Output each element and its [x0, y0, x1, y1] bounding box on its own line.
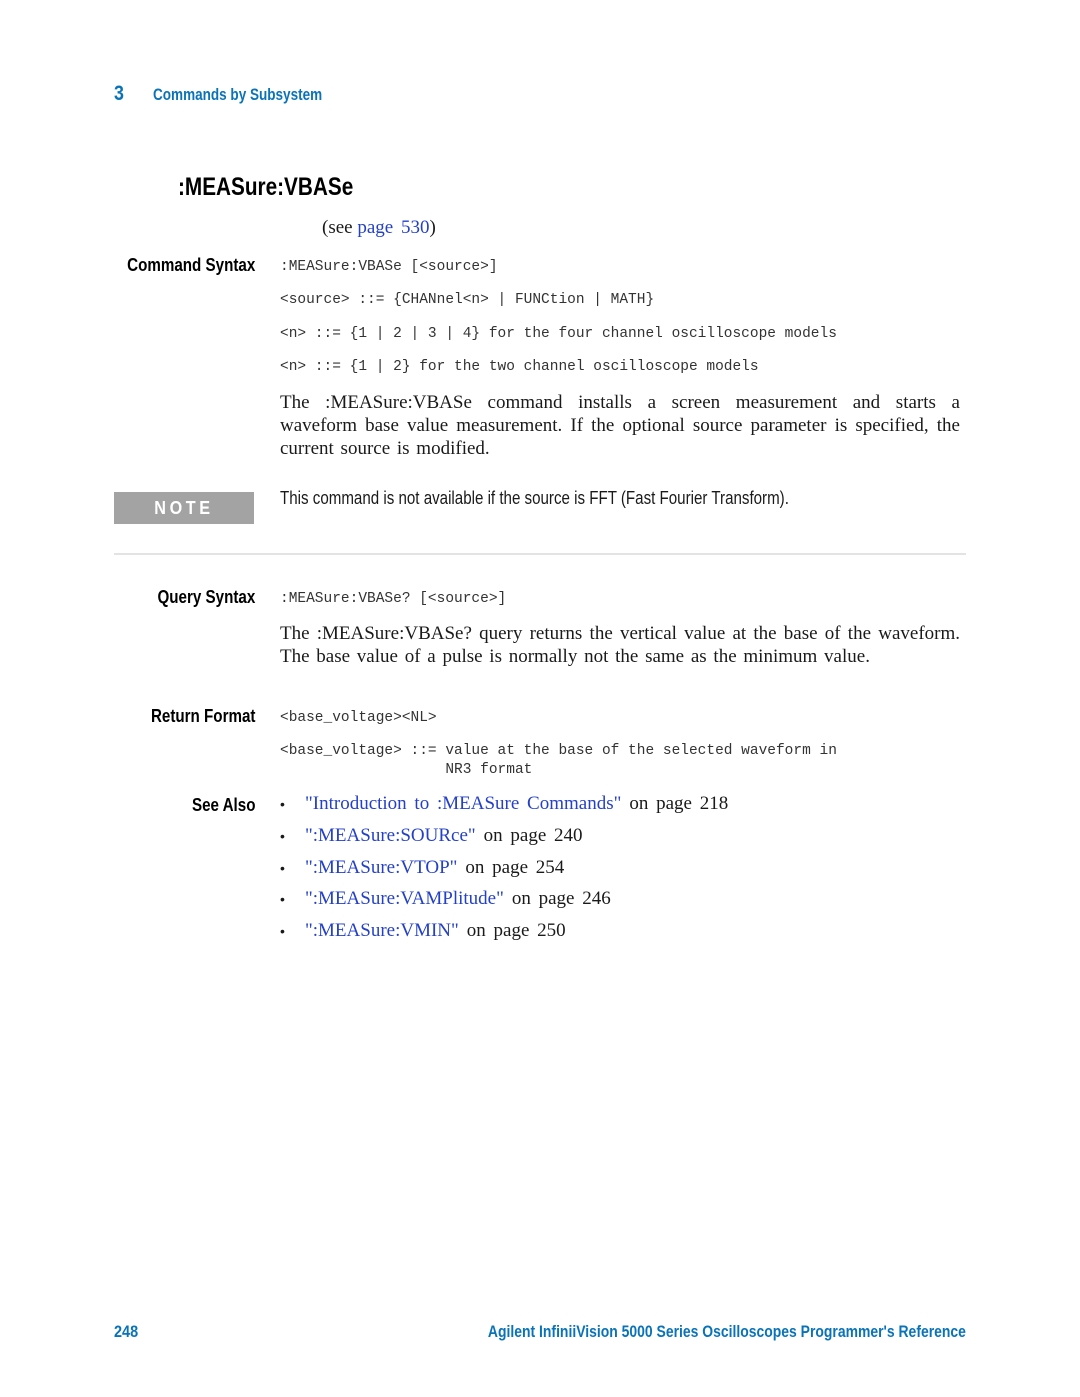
bullet-icon: •	[280, 827, 285, 844]
see-also-page: on page 240	[483, 824, 583, 846]
divider	[114, 553, 966, 555]
see-also-item: • ":MEASure:SOURce" on page 240	[280, 825, 728, 857]
base-voltage-definition-line: <base_voltage> ::= value at the base of …	[280, 743, 837, 759]
bullet-icon: •	[280, 923, 285, 940]
see-also-link[interactable]: "Introduction to :MEASure Commands"	[305, 793, 621, 815]
command-syntax-line: :MEASure:VBASe [<source>]	[280, 259, 498, 275]
query-description: The :MEASure:VBASe? query returns the ve…	[280, 623, 960, 667]
see-also-page: on page 246	[511, 888, 611, 910]
see-also-item: • ":MEASure:VTOP" on page 254	[280, 857, 728, 889]
see-suffix: )	[429, 217, 436, 238]
see-also-item: • ":MEASure:VAMPlitude" on page 246	[280, 888, 728, 920]
chapter-number: 3	[114, 82, 124, 105]
return-format-line: <base_voltage><NL>	[280, 710, 437, 726]
see-also-page: on page 250	[466, 920, 566, 942]
command-description: The :MEASure:VBASe command installs a sc…	[280, 392, 960, 459]
footer-book-title: Agilent InfiniiVision 5000 Series Oscill…	[488, 1322, 966, 1341]
see-page-link[interactable]: page 530	[357, 217, 429, 238]
footer-page-number: 248	[114, 1322, 139, 1341]
command-syntax-label: Command Syntax	[126, 254, 255, 275]
n-four-channel-line: <n> ::= {1 | 2 | 3 | 4} for the four cha…	[280, 326, 837, 342]
see-also-item: • ":MEASure:VMIN" on page 250	[280, 920, 728, 952]
note-label: NOTE	[154, 497, 214, 518]
bullet-icon: •	[280, 891, 285, 908]
n-two-channel-line: <n> ::= {1 | 2} for the two channel osci…	[280, 359, 759, 375]
note-text: This command is not available if the sou…	[280, 488, 789, 508]
see-also-label: See Also	[191, 794, 255, 815]
base-voltage-definition-continuation: NR3 format	[280, 762, 533, 778]
chapter-title: Commands by Subsystem	[153, 86, 323, 104]
see-also-page: on page 254	[465, 856, 565, 878]
bullet-icon: •	[280, 796, 285, 812]
query-syntax-line: :MEASure:VBASe? [<source>]	[280, 591, 507, 607]
source-definition-line: <source> ::= {CHANnel<n> | FUNCtion | MA…	[280, 292, 655, 308]
section-title: :MEASure:VBASe	[178, 173, 354, 201]
see-also-link[interactable]: ":MEASure:VMIN"	[305, 920, 459, 942]
see-also-list: • "Introduction to :MEASure Commands" on…	[280, 793, 728, 952]
see-also-link[interactable]: ":MEASure:VAMPlitude"	[305, 888, 504, 910]
see-page-reference: (see page 530)	[322, 217, 436, 239]
see-also-link[interactable]: ":MEASure:SOURce"	[305, 825, 476, 847]
note-badge: NOTE	[114, 492, 254, 524]
bullet-icon: •	[280, 859, 285, 876]
query-syntax-label: Query Syntax	[157, 586, 255, 607]
see-prefix: (see	[322, 217, 358, 238]
return-format-label: Return Format	[150, 705, 255, 726]
see-also-item: • "Introduction to :MEASure Commands" on…	[280, 793, 728, 825]
see-also-page: on page 218	[629, 793, 729, 814]
see-also-link[interactable]: ":MEASure:VTOP"	[305, 857, 457, 879]
